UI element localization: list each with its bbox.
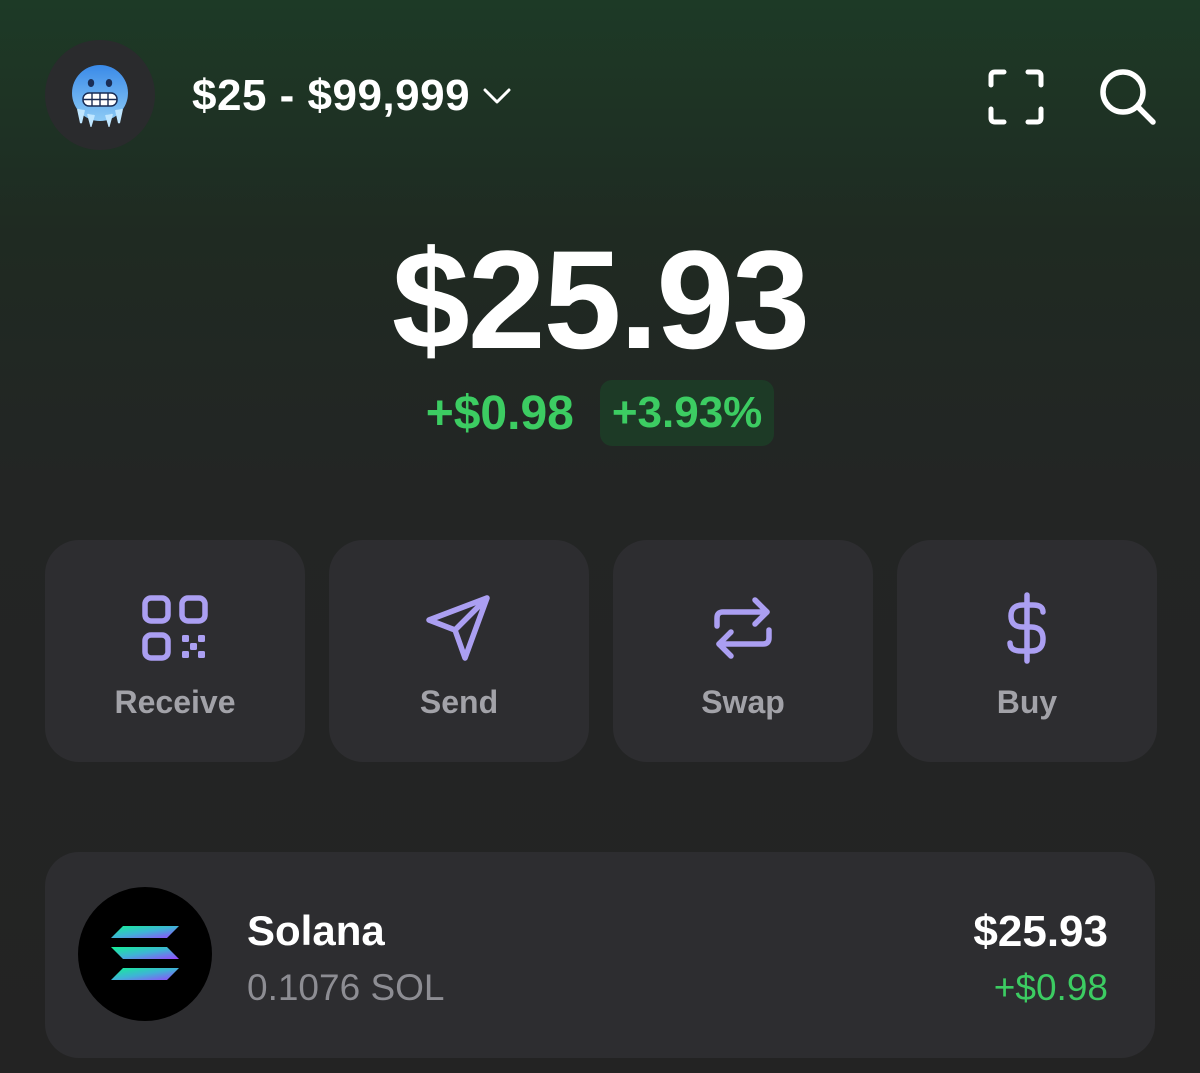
- token-row-solana[interactable]: Solana 0.1076 SOL $25.93 +$0.98: [45, 852, 1155, 1058]
- search-button[interactable]: [1096, 65, 1160, 129]
- paper-plane-icon: [426, 594, 490, 661]
- token-logo: [78, 887, 212, 1021]
- dollar-icon: [1007, 591, 1046, 664]
- search-icon: [1100, 69, 1156, 125]
- receive-label: Receive: [114, 683, 236, 720]
- chevron-down-icon: [483, 88, 511, 104]
- send-label: Send: [419, 683, 499, 720]
- send-button[interactable]: Send: [329, 540, 589, 762]
- account-range-label: $25 - $99,999: [192, 71, 471, 120]
- cold-face-emoji-icon: [72, 65, 128, 127]
- solana-logo-icon: [111, 926, 179, 980]
- total-balance: $25.93: [391, 221, 810, 378]
- swap-label: Swap: [701, 683, 785, 720]
- balance-change-percent-badge: +3.93%: [599, 380, 775, 446]
- account-range-selector[interactable]: $25 - $99,999: [192, 70, 512, 122]
- swap-button[interactable]: Swap: [613, 540, 873, 762]
- token-name: Solana: [247, 907, 385, 954]
- balance-change-row: +$0.98 +3.93%: [0, 380, 1200, 446]
- scan-button[interactable]: [984, 65, 1048, 129]
- qr-code-icon: [142, 594, 208, 661]
- swap-arrows-icon: [714, 596, 772, 659]
- token-value: $25.93: [973, 907, 1108, 956]
- scan-frame-icon: [988, 69, 1044, 125]
- token-amount: 0.1076 SOL: [247, 967, 445, 1008]
- buy-label: Buy: [996, 683, 1058, 720]
- receive-button[interactable]: Receive: [45, 540, 305, 762]
- buy-button[interactable]: Buy: [897, 540, 1157, 762]
- action-buttons: Receive Send Swap Buy: [45, 540, 1157, 762]
- token-change: +$0.98: [993, 967, 1108, 1008]
- account-avatar[interactable]: [45, 40, 155, 150]
- balance-change-amount: +$0.98: [425, 386, 574, 440]
